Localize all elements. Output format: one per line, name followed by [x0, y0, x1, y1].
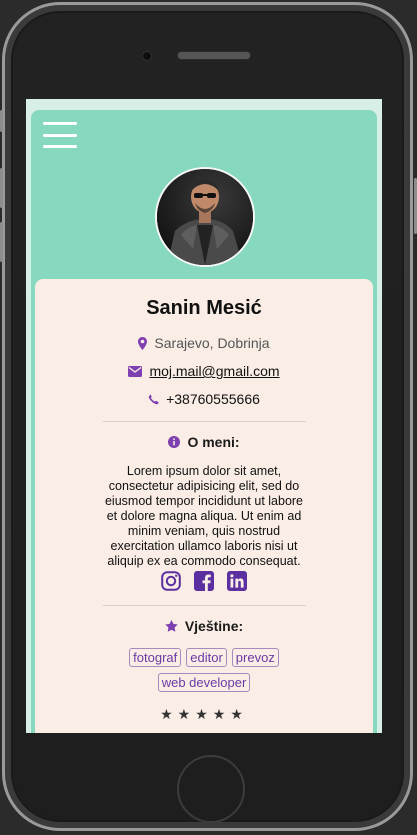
email-row: moj.mail@gmail.com — [35, 363, 373, 379]
social-links — [35, 571, 373, 591]
about-heading-text: O meni: — [187, 434, 240, 450]
mute-switch — [0, 110, 3, 132]
info-circle-icon — [168, 436, 181, 448]
volume-up-button — [0, 168, 3, 208]
rating-stars: ★★★★★ — [160, 706, 248, 722]
speaker-grille — [177, 51, 251, 60]
phone-row: +38760555666 — [35, 391, 373, 407]
skills-heading-text: Vještine: — [184, 618, 244, 634]
menu-icon[interactable] — [43, 122, 77, 148]
envelope-icon — [128, 365, 143, 377]
screen: Sanin Mesić Sarajevo, Dobrinja moj.mail@… — [26, 99, 382, 733]
about-heading: O meni: — [35, 434, 373, 450]
skill-tag[interactable]: web developer — [157, 673, 251, 692]
skill-tag[interactable]: prevoz — [231, 648, 279, 667]
linkedin-icon[interactable] — [227, 571, 247, 591]
location-text: Sarajevo, Dobrinja — [154, 335, 270, 351]
volume-down-button — [0, 222, 3, 262]
camera — [142, 51, 152, 61]
phone-text: +38760555666 — [166, 391, 260, 407]
divider — [102, 421, 306, 422]
profile-details: Sanin Mesić Sarajevo, Dobrinja moj.mail@… — [35, 279, 373, 733]
map-marker-icon — [138, 336, 148, 350]
profile-card: Sanin Mesić Sarajevo, Dobrinja moj.mail@… — [31, 110, 377, 733]
location-row: Sarajevo, Dobrinja — [35, 335, 373, 351]
instagram-icon[interactable] — [161, 571, 181, 591]
phone-icon — [148, 393, 159, 405]
profile-name: Sanin Mesić — [146, 297, 262, 319]
about-text: Lorem ipsum dolor sit amet, consectetur … — [104, 464, 304, 568]
divider — [102, 605, 306, 606]
skill-tag[interactable]: fotograf — [129, 648, 182, 667]
skills-heading: Vještine: — [35, 618, 373, 634]
star-icon — [165, 620, 178, 632]
avatar — [155, 167, 255, 267]
home-button[interactable] — [177, 755, 245, 823]
email-link[interactable]: moj.mail@gmail.com — [149, 363, 279, 379]
skill-tag[interactable]: editor — [186, 648, 227, 667]
facebook-icon[interactable] — [194, 571, 214, 591]
skill-tags: fotograf editor prevoz web developer — [104, 648, 304, 692]
